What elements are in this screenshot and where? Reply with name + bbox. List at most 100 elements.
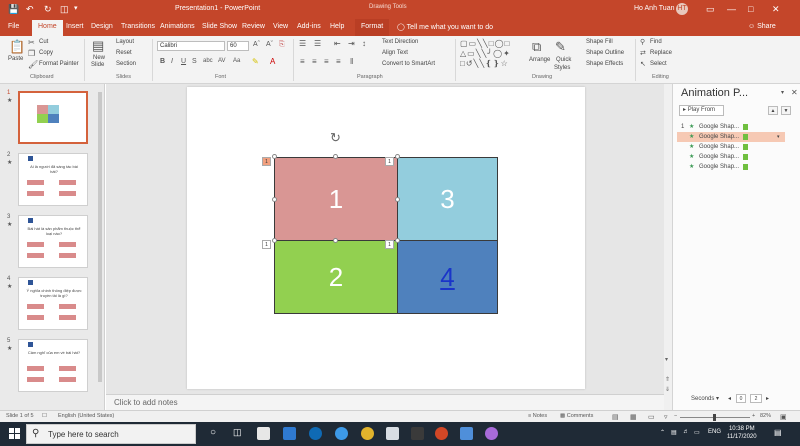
skype-app-icon[interactable] [309,427,322,440]
font-size-field[interactable]: 60 [227,41,249,51]
user-name[interactable]: Ho Anh Tuan [634,5,674,12]
animation-badge[interactable]: 1 [262,157,271,166]
network-icon[interactable]: ▤ [671,429,677,436]
battery-icon[interactable]: ▭ [694,429,700,436]
save-icon[interactable]: 💾 [8,4,19,15]
camera-app-icon[interactable] [411,427,424,440]
ribbon-display-icon[interactable]: ▭ [706,4,715,15]
font-color-icon[interactable]: A [270,57,275,66]
reading-view-icon[interactable]: ▭ [648,413,655,421]
animation-badge[interactable]: 1 [385,157,394,166]
tray-overflow-icon[interactable]: ⌃ [660,429,665,436]
underline-icon[interactable]: U [181,58,186,65]
seconds-dropdown[interactable]: Seconds ▾ [691,395,719,402]
zoom-out-icon[interactable]: − [674,413,677,419]
notes-pane[interactable]: Click to add notes [106,394,664,410]
shadow-icon[interactable]: S [192,58,197,65]
share-button[interactable]: ☺ Share [748,23,776,30]
cortana-icon[interactable]: ○ [210,427,216,438]
bullets-icon[interactable]: ☰ [299,39,306,48]
slide-thumbnail-5[interactable]: Cảm nghĩ của em về bài hát? [18,339,88,392]
highlight-icon[interactable]: ✎ [252,57,259,66]
timeline-right-icon[interactable]: ▸ [766,395,769,402]
shape-fill-button[interactable]: Shape Fill [586,39,613,45]
shrink-font-icon[interactable]: Aˇ [266,41,273,48]
input-language[interactable]: ENG [708,429,721,435]
shape-effects-button[interactable]: Shape Effects [586,61,623,67]
new-slide-button-line2[interactable]: Slide [91,62,104,68]
quick-styles-button[interactable]: Quick [556,57,571,63]
fit-slide-icon[interactable]: ▣ [780,413,787,421]
tile-3[interactable]: 3 [397,157,498,241]
justify-icon[interactable]: ≡ [336,57,341,66]
animation-item[interactable]: 1 ★ Google Shap... [677,122,785,132]
close-icon[interactable]: ✕ [772,4,780,15]
layout-button[interactable]: Layout [116,39,134,45]
tab-review[interactable]: Review [242,23,265,30]
undo-icon[interactable]: ↶ [26,4,34,15]
tab-slide-show[interactable]: Slide Show [202,23,237,30]
char-spacing-icon[interactable]: AV [218,58,226,64]
shape-outline-button[interactable]: Shape Outline [586,50,624,56]
clear-format-icon[interactable]: ⎘ [279,41,285,49]
text-direction-button[interactable]: Text Direction [382,39,418,45]
rotate-handle-icon[interactable]: ↻ [330,130,341,146]
tell-me-box[interactable]: ◯ Tell me what you want to do [397,23,493,31]
tab-add-ins[interactable]: Add-ins [297,23,321,30]
resize-handle[interactable] [333,238,338,243]
animation-item[interactable]: ★ Google Shap... [677,162,785,172]
bold-icon[interactable]: B [160,58,165,65]
animation-item[interactable]: ★ Google Shap... [677,142,785,152]
tab-help[interactable]: Help [330,23,344,30]
tab-animations[interactable]: Animations [160,23,195,30]
resize-handle[interactable] [272,238,277,243]
grow-font-icon[interactable]: Aˆ [253,41,260,48]
new-slide-icon[interactable]: ▤ [92,38,104,54]
numbering-icon[interactable]: ☰ [314,39,321,48]
align-center-icon[interactable]: ≡ [312,57,317,66]
slide-thumbnail-1[interactable] [18,91,88,144]
resize-handle[interactable] [395,154,400,159]
line-spacing-icon[interactable]: ↕ [362,39,366,48]
pane-options-icon[interactable]: ▾ [781,89,784,96]
italic-icon[interactable]: I [171,58,173,65]
spellcheck-icon[interactable]: ☐ [42,413,47,419]
mail-app-icon[interactable] [283,427,296,440]
resize-handle[interactable] [395,238,400,243]
slideshow-start-icon[interactable]: ◫ [60,4,69,15]
reset-button[interactable]: Reset [116,50,132,56]
section-button[interactable]: Section [116,61,136,67]
zoom-in-icon[interactable]: + [752,413,755,419]
arrange-button[interactable]: Arrange [529,57,550,63]
tile-1[interactable]: 1 [274,157,398,241]
volume-icon[interactable]: ♬ [683,429,689,435]
maximize-icon[interactable]: □ [748,4,753,14]
slide-sorter-icon[interactable]: ▦ [630,413,637,421]
tab-view[interactable]: View [273,23,288,30]
scroll-down-icon[interactable]: ▾ [665,356,668,363]
animation-badge[interactable]: 1 [262,240,271,249]
align-text-button[interactable]: Align Text [382,50,408,56]
redo-icon[interactable]: ↻ [44,4,52,15]
normal-view-icon[interactable]: ▤ [612,413,619,421]
customize-quick-access-icon[interactable]: ▾ [74,4,78,12]
close-pane-icon[interactable]: ✕ [791,88,798,97]
align-right-icon[interactable]: ≡ [324,57,329,66]
taskbar-search-box[interactable]: ⚲ Type here to search [26,424,196,444]
slideshow-view-icon[interactable]: ▿ [664,413,668,421]
resize-handle[interactable] [272,197,277,202]
zoom-slider-thumb[interactable] [713,414,716,421]
drop-app-icon[interactable] [485,427,498,440]
find-button[interactable]: Find [650,39,662,45]
tab-home[interactable]: Home [32,20,63,36]
decrease-indent-icon[interactable]: ⇤ [334,39,341,48]
new-slide-button[interactable]: New [93,55,105,61]
taskbar-clock[interactable]: 10:38 PM 11/17/2020 [727,425,757,441]
slide-thumbnail-3[interactable]: Bài hát là sản phẩm thuộc thể loại nào? [18,215,88,268]
animation-badge[interactable]: 1 [385,240,394,249]
replace-button[interactable]: Replace [650,50,672,56]
language-indicator[interactable]: English (United States) [58,413,114,419]
task-view-icon[interactable]: ◫ [233,427,242,438]
store-app-icon[interactable] [257,427,270,440]
animation-item[interactable]: ★ Google Shap... [677,152,785,162]
